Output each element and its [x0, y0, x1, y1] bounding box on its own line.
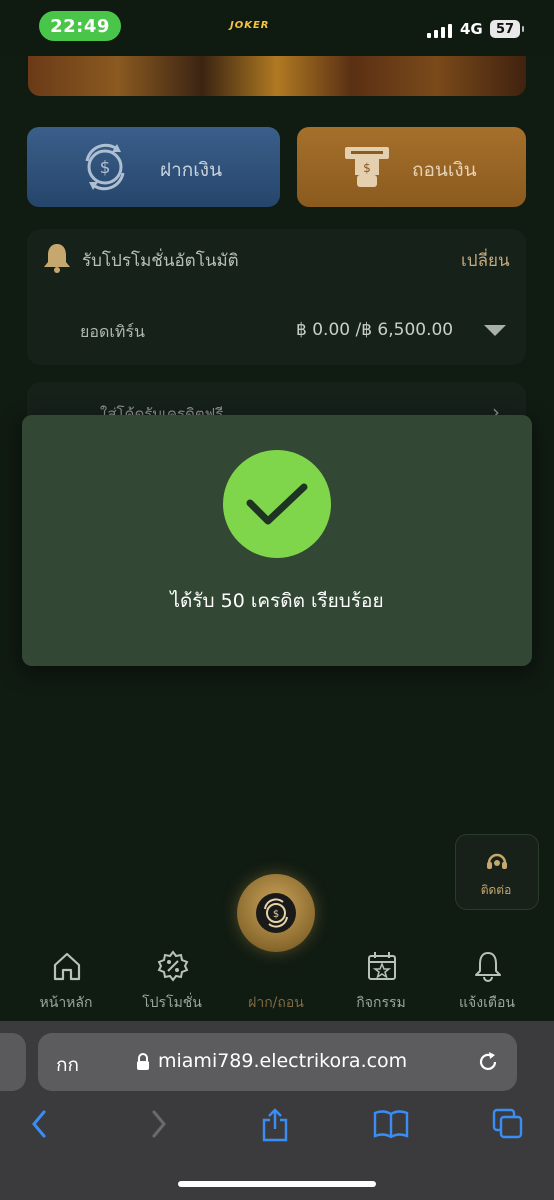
nav-label-home: หน้าหลัก	[39, 995, 93, 1011]
tabs-icon[interactable]	[492, 1108, 524, 1144]
nav-label-promotion: โปรโมชั่น	[142, 995, 202, 1011]
deposit-label: ฝากเงิน	[160, 159, 223, 181]
game-banner[interactable]	[28, 56, 526, 96]
withdraw-label: ถอนเงิน	[412, 159, 477, 181]
bell-icon	[475, 952, 501, 982]
status-time: 22:49	[39, 11, 121, 41]
bell-icon	[42, 242, 72, 278]
nav-label-activity: กิจกรรม	[356, 995, 406, 1011]
page-settings-button[interactable]: กก	[56, 1050, 79, 1080]
auto-promotion-title: รับโปรโมชั่นอัตโนมัติ	[82, 251, 239, 271]
success-message: ได้รับ 50 เครดิต เรียบร้อย	[170, 590, 384, 612]
lock-icon	[136, 1053, 150, 1075]
nav-label-notification: แจ้งเตือน	[459, 995, 515, 1011]
withdraw-button[interactable]: $ ถอนเงิน	[297, 127, 526, 207]
banner-logo-text: JOKER	[230, 20, 270, 31]
cellular-signal-icon	[427, 24, 453, 38]
turnover-value: ฿ 0.00 /฿ 6,500.00	[296, 320, 454, 340]
previous-tab-preview[interactable]	[0, 1033, 26, 1091]
home-icon	[53, 952, 81, 981]
url-text[interactable]: miami789.electrikora.com	[158, 1050, 407, 1072]
battery-icon: 57	[490, 20, 524, 38]
svg-text:$: $	[363, 161, 371, 175]
home-indicator	[178, 1181, 376, 1187]
deposit-money-icon: $	[79, 141, 131, 197]
forward-icon[interactable]	[146, 1108, 170, 1144]
turnover-label: ยอดเทิร์น	[80, 322, 145, 341]
deposit-button[interactable]: $ ฝากเงิน	[27, 127, 280, 207]
change-promotion-link[interactable]: เปลี่ยน	[461, 247, 510, 274]
back-icon[interactable]	[28, 1108, 52, 1144]
nav-label-deposit-withdraw: ฝาก/ถอน	[248, 995, 304, 1011]
caret-down-icon[interactable]	[484, 325, 506, 336]
calendar-star-icon	[368, 952, 396, 980]
svg-text:$: $	[273, 909, 279, 920]
network-type: 4G	[460, 20, 483, 38]
svg-text:$: $	[100, 158, 111, 178]
checkmark-icon	[223, 450, 331, 558]
contact-label: ติดต่อ	[480, 883, 512, 897]
bookmarks-icon[interactable]	[373, 1108, 409, 1144]
promotion-badge-icon	[157, 950, 189, 982]
share-icon[interactable]	[260, 1108, 290, 1146]
atm-withdraw-icon: $	[341, 141, 393, 197]
reload-icon[interactable]	[476, 1050, 500, 1078]
deposit-withdraw-center-button[interactable]: $	[237, 874, 315, 952]
deposit-withdraw-icon: $	[256, 893, 296, 933]
support-headset-icon	[485, 851, 509, 877]
